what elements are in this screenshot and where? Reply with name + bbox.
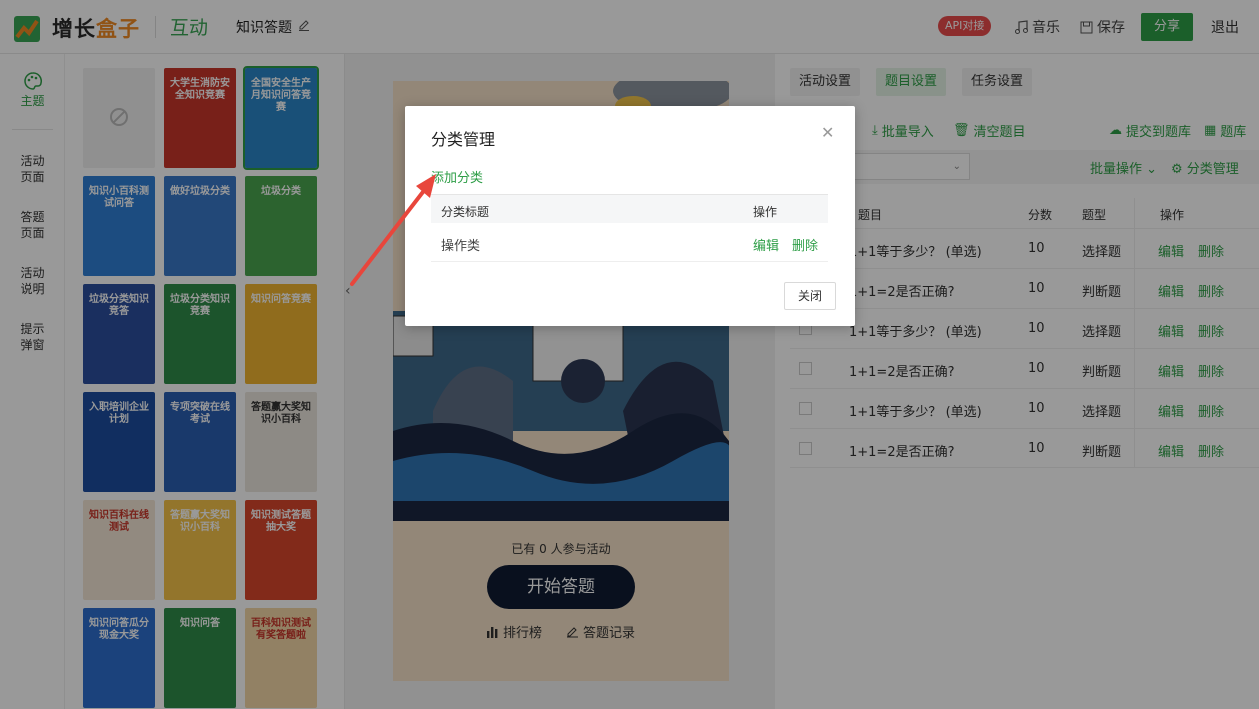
- dialog-title: 分类管理: [431, 130, 496, 149]
- close-icon[interactable]: ✕: [821, 125, 834, 141]
- annotation-arrow-icon: [350, 174, 436, 286]
- close-button[interactable]: 关闭: [784, 282, 836, 310]
- delete-category-link[interactable]: 删除: [792, 235, 818, 254]
- table-row: 操作类 编辑 删除: [431, 223, 828, 262]
- edit-category-link[interactable]: 编辑: [753, 235, 779, 254]
- category-table: 分类标题 操作 操作类 编辑 删除: [431, 194, 828, 262]
- column-header-category-title: 分类标题: [441, 205, 490, 219]
- category-management-dialog: 分类管理 ✕ 添加分类 分类标题 操作 操作类 编辑 删除 关闭: [405, 106, 855, 326]
- column-header-actions: 操作: [753, 205, 778, 219]
- category-title: 操作类: [441, 239, 481, 254]
- category-table-header: 分类标题 操作: [431, 194, 828, 223]
